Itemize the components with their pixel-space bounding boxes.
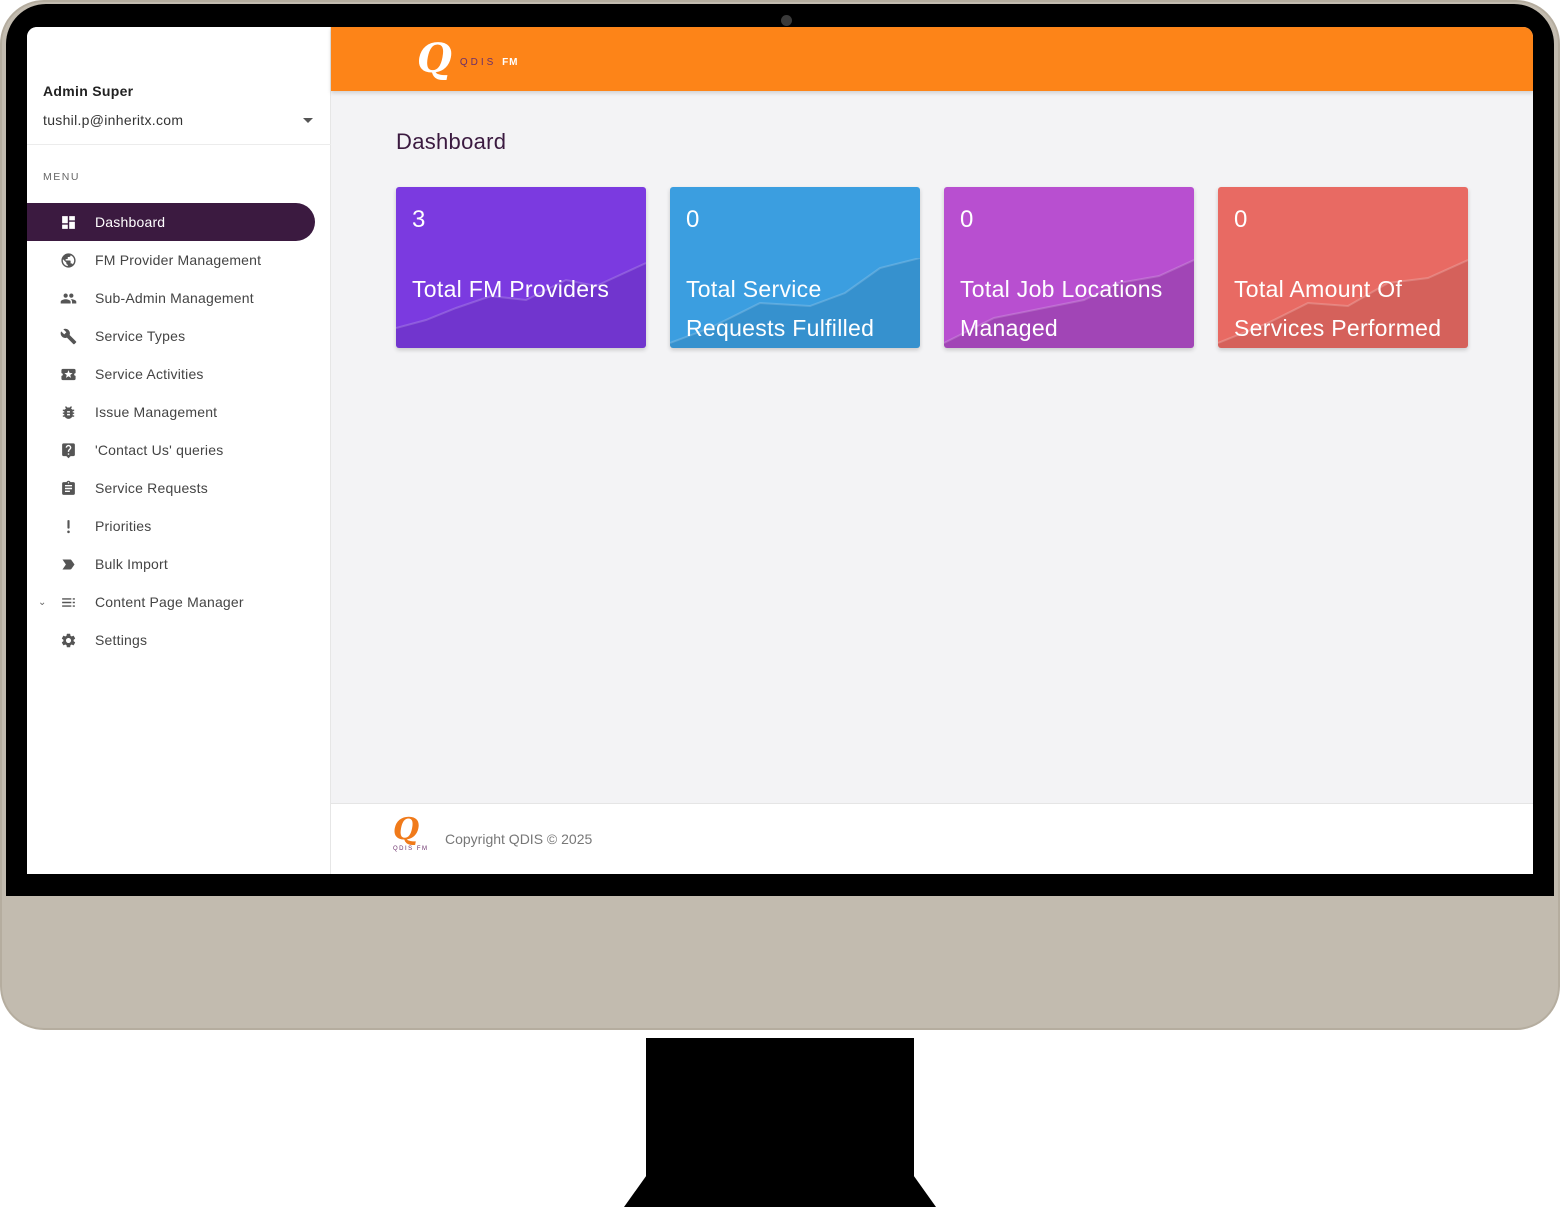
sidebar-item-contact-us-queries[interactable]: 'Contact Us' queries [27,431,331,469]
footer-logo: Q QDIS FM [393,814,429,858]
globe-icon [60,252,77,269]
sidebar-item-service-requests[interactable]: Service Requests [27,469,331,507]
user-menu[interactable]: Admin Super tushil.p@inheritx.com [43,83,313,128]
clipboard-icon [60,480,77,497]
sidebar-item-label: Service Requests [95,480,208,496]
people-icon [60,290,77,307]
list-icon [60,594,77,611]
sidebar-item-label: Service Types [95,328,186,344]
sidebar-item-label: Priorities [95,518,152,534]
camera-dot [781,15,792,26]
brand-suffix: FM [502,56,519,68]
footer-logo-text: QDIS FM [393,846,429,852]
user-name: Admin Super [43,83,134,99]
stat-value: 0 [686,206,700,233]
sidebar-item-label: FM Provider Management [95,252,262,268]
page-title: Dashboard [396,129,507,154]
caret-down-icon[interactable] [303,118,313,123]
gear-icon [60,632,77,649]
footer-logo-letter: Q [393,812,420,847]
sidebar-item-label: Dashboard [95,214,166,230]
sidebar-item-settings[interactable]: Settings [27,621,331,659]
screen: Admin Super tushil.p@inheritx.com MENU D… [27,27,1533,874]
question-icon [60,442,77,459]
sidebar-item-label: Service Activities [95,366,204,382]
menu-heading: MENU [43,171,80,183]
sidebar-item-label: Bulk Import [95,556,168,572]
sidebar-item-service-types[interactable]: Service Types [27,317,331,355]
stat-value: 3 [412,206,426,233]
stat-card-fm-providers[interactable]: 3 Total FM Providers [396,187,646,348]
brand-name-text: QDIS [459,56,497,68]
label-icon [60,556,77,573]
footer: Q QDIS FM Copyright QDIS © 2025 [331,803,1533,874]
stat-label: Total FM Providers [412,276,610,302]
stat-card-job-locations[interactable]: 0 Total Job Locations Managed [944,187,1194,348]
stat-label: Total Job Locations Managed [960,276,1163,341]
divider [27,144,331,145]
sidebar-item-priorities[interactable]: Priorities [27,507,331,545]
brand-logo[interactable]: Q QDIS FM [417,33,519,83]
stat-label: Total Amount Of Services Performed [1234,276,1442,341]
ticket-icon [60,366,77,383]
copyright-text: Copyright QDIS © 2025 [445,831,593,847]
dashboard-icon [60,214,77,231]
monitor-stand [646,1038,914,1178]
stat-value: 0 [960,206,974,233]
sidebar-item-label: Settings [95,632,148,648]
stat-card-service-requests-fulfilled[interactable]: 0 Total Service Requests Fulfilled [670,187,920,348]
sidebar-item-dashboard[interactable]: Dashboard [27,203,315,241]
sidebar-item-content-page-manager[interactable]: ⌄ Content Page Manager [27,583,331,621]
sidebar-menu: Dashboard FM Provider Management Sub-Adm… [27,203,331,659]
exclamation-icon [60,518,77,535]
sidebar-item-label: Issue Management [95,404,218,420]
main-content: Dashboard 3 Total FM Providers 0 Total S… [331,91,1533,803]
sidebar: Admin Super tushil.p@inheritx.com MENU D… [27,27,331,874]
stat-value: 0 [1234,206,1248,233]
monitor-stand-base [624,1172,936,1207]
sidebar-item-label: Content Page Manager [95,594,244,610]
topbar: Q QDIS FM [331,27,1533,91]
sidebar-item-label: 'Contact Us' queries [95,442,224,458]
brand-letter: Q [417,34,452,82]
sidebar-item-sub-admin-management[interactable]: Sub-Admin Management [27,279,331,317]
chevron-down-icon[interactable]: ⌄ [38,597,47,608]
sidebar-item-bulk-import[interactable]: Bulk Import [27,545,331,583]
brand-name: QDIS FM [460,57,519,68]
wrench-icon [60,328,77,345]
sidebar-item-service-activities[interactable]: Service Activities [27,355,331,393]
user-email: tushil.p@inheritx.com [43,112,184,128]
bug-icon [60,404,77,421]
sidebar-item-fm-provider-management[interactable]: FM Provider Management [27,241,331,279]
stat-label: Total Service Requests Fulfilled [686,276,875,341]
sidebar-item-issue-management[interactable]: Issue Management [27,393,331,431]
sidebar-item-label: Sub-Admin Management [95,290,254,306]
stat-card-services-performed[interactable]: 0 Total Amount Of Services Performed [1218,187,1468,348]
